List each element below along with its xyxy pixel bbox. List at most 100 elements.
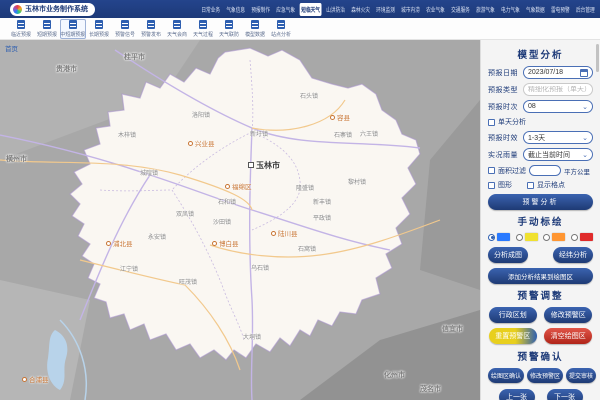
forecast-time-select[interactable]: 08 ⌄ (523, 100, 593, 113)
toolbar-item[interactable]: 站点分析 (268, 19, 294, 39)
main-menu-item[interactable]: 交通服务 (449, 3, 471, 16)
single-day-option[interactable]: 单天分析 (488, 117, 593, 127)
forecast-time-label: 预报时次 (488, 102, 520, 112)
main-menu-item[interactable]: 农业气象 (424, 3, 446, 16)
radio-icon[interactable] (488, 234, 495, 241)
single-day-checkbox[interactable] (488, 119, 495, 126)
toolbar-item[interactable]: 天气过程 (190, 19, 216, 39)
toolbar-item[interactable]: 模型数据 (242, 19, 268, 39)
warning-confirm-button[interactable]: 提交审核 (566, 368, 596, 383)
warning-adjust-button[interactable]: 清空绘图区 (544, 328, 592, 344)
map-place-label: 桂平市 (124, 54, 145, 61)
toolbar-item[interactable]: 天气会商 (164, 19, 190, 39)
model-analysis-panel: 模型分析 预报日期 2023/07/18 预报类型 预报时次 08 ⌄ 单天分析 (480, 40, 600, 400)
forecast-date-field[interactable]: 2023/07/18 (523, 66, 593, 79)
app-logo[interactable]: 玉林市业务制作系统 (10, 3, 95, 16)
main-menu-item[interactable]: 雷电预警 (549, 3, 571, 16)
map-place-label: 沙田镇 (213, 220, 231, 226)
main-menu-item[interactable]: 气象信息 (225, 3, 247, 16)
draw-color-option[interactable] (488, 233, 510, 241)
map-place-label: 洛阳镇 (192, 113, 210, 119)
toolbar-item-label: 模型数据 (245, 30, 265, 37)
main-menu-item[interactable]: 日常业务 (200, 3, 222, 16)
map-place-label: 兴业县 (188, 141, 215, 149)
single-day-label: 单天分析 (498, 117, 526, 127)
manual-draw-button[interactable]: 经纬分析 (553, 247, 593, 263)
toolbar-item[interactable]: 天气联防 (216, 19, 242, 39)
forecast-time-value: 08 (528, 103, 536, 110)
map-place-label: 贵港市 (56, 66, 77, 73)
toolbar-item-label: 预警发布 (141, 30, 161, 37)
forecast-type-field[interactable] (523, 83, 593, 96)
map-place-label: 信宜市 (442, 326, 463, 333)
map-place-label: 合浦县 (22, 377, 49, 385)
warning-confirm-button[interactable]: 修改预警区 (527, 368, 563, 383)
draw-color-option[interactable] (571, 233, 593, 241)
main-menu-item[interactable]: 气象数据 (524, 3, 546, 16)
calendar-icon[interactable] (580, 69, 588, 77)
warning-adjust-button[interactable]: 重置预警区 (489, 328, 537, 344)
color-swatch (552, 233, 565, 241)
app-window: 玉林市业务制作系统 日常业务气象信息预报制作应急气象短临天气山洪防治森林火灾环境… (0, 0, 600, 400)
chevron-down-icon: ⌄ (582, 103, 588, 111)
toolbar-item[interactable]: 预警发布 (138, 19, 164, 39)
document-icon (17, 20, 25, 29)
forecast-type-input[interactable] (528, 86, 588, 93)
add-analysis-result-button[interactable]: 添加分析结果到绘图区 (488, 268, 593, 284)
map-place-label: 博白县 (212, 241, 239, 249)
toolbar-item-label: 天气联防 (219, 30, 239, 37)
map-place-label: 平政镇 (313, 216, 331, 222)
manual-draw-title: 手动标绘 (488, 214, 593, 228)
main-menu-item[interactable]: 预报制作 (250, 3, 272, 16)
toolbar-item[interactable]: 预警信号 (112, 19, 138, 39)
draw-color-option[interactable] (543, 233, 565, 241)
toolbar-item[interactable]: 中短期预报 (60, 19, 86, 39)
main-menu-item[interactable]: 后台管理 (574, 3, 596, 16)
panel-title: 模型分析 (488, 47, 593, 61)
map-place-label: 黎村镇 (348, 180, 366, 186)
map-canvas[interactable]: 首页 (0, 40, 480, 400)
map-place-label: 永安镇 (148, 235, 166, 241)
toolbar-item-label: 天气会商 (167, 30, 187, 37)
main-menu-item[interactable]: 应急气象 (274, 3, 296, 16)
radio-icon[interactable] (516, 234, 523, 241)
toolbar-item[interactable]: 长期预报 (86, 19, 112, 39)
area-filter-unit: 平方公里 (564, 166, 590, 176)
validity-value: 1-3天 (528, 133, 545, 143)
color-swatch (497, 233, 510, 241)
toolbar-item[interactable]: 短期预报 (34, 19, 60, 39)
main-menu-item[interactable]: 电力气象 (499, 3, 521, 16)
radio-icon[interactable] (571, 234, 578, 241)
main-menu-item[interactable]: 山洪防治 (324, 3, 346, 16)
main-menu-item[interactable]: 环境监测 (374, 3, 396, 16)
warning-adjust-button[interactable]: 修改预警区 (544, 307, 592, 323)
prev-button[interactable]: 上一张 (499, 389, 535, 400)
map-place-label: 玉林市 (248, 162, 280, 170)
show-grid-checkbox[interactable] (527, 182, 534, 189)
validity-label: 预报时效 (488, 133, 520, 143)
map-place-label: 大垌镇 (243, 335, 261, 341)
map-place-label: 旺茂镇 (179, 280, 197, 286)
area-filter-checkbox[interactable] (488, 167, 495, 174)
warning-adjust-button[interactable]: 行政区划 (489, 307, 537, 323)
main-menu-item[interactable]: 旅游气象 (474, 3, 496, 16)
warning-confirm-button[interactable]: 绘图区确认 (488, 368, 524, 383)
main-menu-item[interactable]: 森林火灾 (349, 3, 371, 16)
warning-analysis-button[interactable]: 预警分析 (488, 194, 593, 210)
area-filter-input[interactable] (529, 165, 561, 176)
breadcrumb[interactable]: 首页 (5, 43, 18, 53)
validity-select[interactable]: 1-3天 ⌄ (523, 131, 593, 144)
top-navbar: 玉林市业务制作系统 日常业务气象信息预报制作应急气象短临天气山洪防治森林火灾环境… (0, 0, 600, 18)
panel-scrollbar[interactable] (596, 44, 599, 72)
toolbar-item[interactable]: 临近预报 (8, 19, 34, 39)
chevron-down-icon: ⌄ (582, 151, 588, 159)
toolbar-item-label: 站点分析 (271, 30, 291, 37)
rainfall-select[interactable]: 截止当前时间 ⌄ (523, 148, 593, 161)
next-button[interactable]: 下一张 (547, 389, 583, 400)
manual-draw-button[interactable]: 分析成图 (488, 247, 528, 263)
main-menu-item[interactable]: 城市内涝 (399, 3, 421, 16)
draw-color-option[interactable] (516, 233, 538, 241)
graphic-checkbox[interactable] (488, 182, 495, 189)
radio-icon[interactable] (543, 234, 550, 241)
main-menu-item[interactable]: 短临天气 (299, 3, 321, 16)
